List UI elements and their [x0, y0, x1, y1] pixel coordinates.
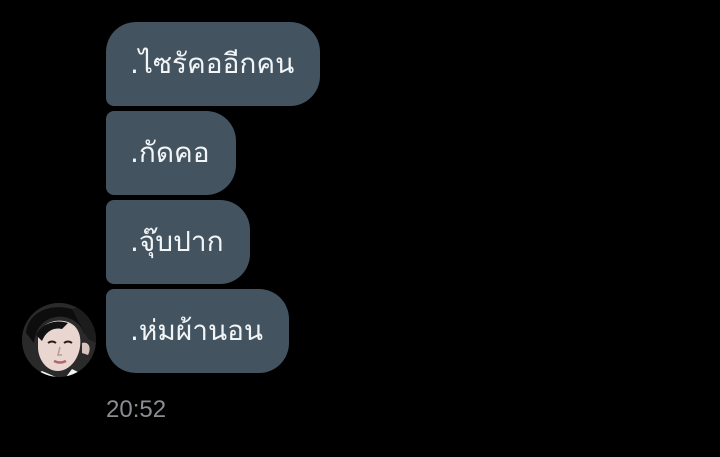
message-bubble[interactable]: .กัดคอ [106, 111, 236, 195]
avatar[interactable] [22, 303, 96, 377]
chat-thread: .ไซรัคออีกคน .กัดคอ .จุ๊บปาก .ห่มผ้านอน … [0, 0, 720, 457]
avatar-icon [22, 303, 96, 377]
message-bubble[interactable]: .จุ๊บปาก [106, 200, 250, 284]
message-timestamp: 20:52 [106, 396, 167, 423]
message-bubble[interactable]: .ห่มผ้านอน [106, 289, 290, 373]
message-bubble[interactable]: .ไซรัคออีกคน [106, 22, 321, 106]
